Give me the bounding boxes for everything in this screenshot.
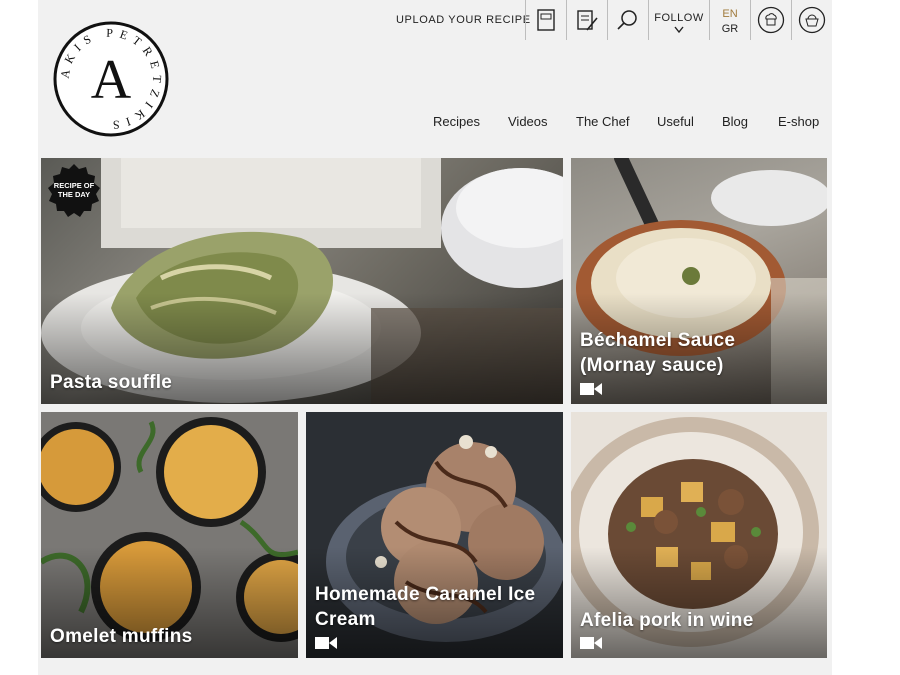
recipe-title: Homemade Caramel Ice Cream xyxy=(315,582,535,632)
chevron-down-icon xyxy=(674,26,684,34)
recipe-title-line-1: Homemade Caramel Ice xyxy=(315,584,536,605)
badge-line-1: RECIPE OF xyxy=(53,181,95,190)
logo-letter: A xyxy=(91,49,132,111)
search-button[interactable] xyxy=(607,0,648,40)
follow-label: FOLLOW xyxy=(654,12,704,24)
recipe-title: Pasta souffle xyxy=(50,372,173,393)
follow-dropdown[interactable]: FOLLOW xyxy=(648,0,709,40)
nav-recipes[interactable]: Recipes xyxy=(433,114,480,129)
lang-en[interactable]: EN xyxy=(710,8,750,20)
chef-button[interactable] xyxy=(750,0,791,40)
recipe-card-pasta-souffle[interactable]: Pasta souffle xyxy=(41,158,563,404)
recipe-title: Omelet muffins xyxy=(50,626,193,647)
recipe-card-bechamel-sauce[interactable]: Béchamel Sauce (Mornay sauce) xyxy=(571,158,827,404)
upload-recipe-link[interactable]: UPLOAD YOUR RECIPE xyxy=(396,14,531,26)
notepad-pencil-icon xyxy=(577,10,598,31)
language-switcher: EN GR xyxy=(709,0,750,40)
site-logo[interactable]: AKIS PETRETZIKIS A xyxy=(52,20,170,138)
search-icon xyxy=(617,10,637,30)
nav-blog[interactable]: Blog xyxy=(722,114,748,129)
badge-line-2: THE DAY xyxy=(57,190,91,199)
recipe-card-omelet-muffins[interactable]: Omelet muffins xyxy=(41,412,298,658)
shop-button[interactable] xyxy=(791,0,832,40)
nav-useful[interactable]: Useful xyxy=(657,114,694,129)
recipe-title: Afelia pork in wine xyxy=(580,610,754,631)
video-camera-icon xyxy=(580,637,602,649)
nav-eshop[interactable]: E-shop xyxy=(778,114,819,129)
book-button[interactable] xyxy=(525,0,566,40)
lang-gr[interactable]: GR xyxy=(710,23,750,35)
recipe-title-line-2: Cream xyxy=(315,609,376,630)
caption-gradient xyxy=(571,547,827,658)
video-camera-icon xyxy=(580,383,602,395)
badge-text: RECIPE OF THE DAY xyxy=(46,181,102,199)
recipe-title-line-2: (Mornay sauce) xyxy=(580,355,724,376)
recipe-card-caramel-ice-cream[interactable]: Homemade Caramel Ice Cream xyxy=(306,412,563,658)
nav-videos[interactable]: Videos xyxy=(508,114,548,129)
basket-icon xyxy=(798,6,826,34)
book-icon xyxy=(537,9,555,31)
write-recipe-button[interactable] xyxy=(566,0,607,40)
nav-the-chef[interactable]: The Chef xyxy=(576,114,629,129)
chef-hat-icon xyxy=(757,6,785,34)
recipe-title-line-1: Béchamel Sauce xyxy=(580,330,736,351)
video-camera-icon xyxy=(315,637,337,649)
recipe-card-afelia-pork[interactable]: Afelia pork in wine xyxy=(571,412,827,658)
recipe-title: Béchamel Sauce (Mornay sauce) xyxy=(580,328,735,378)
